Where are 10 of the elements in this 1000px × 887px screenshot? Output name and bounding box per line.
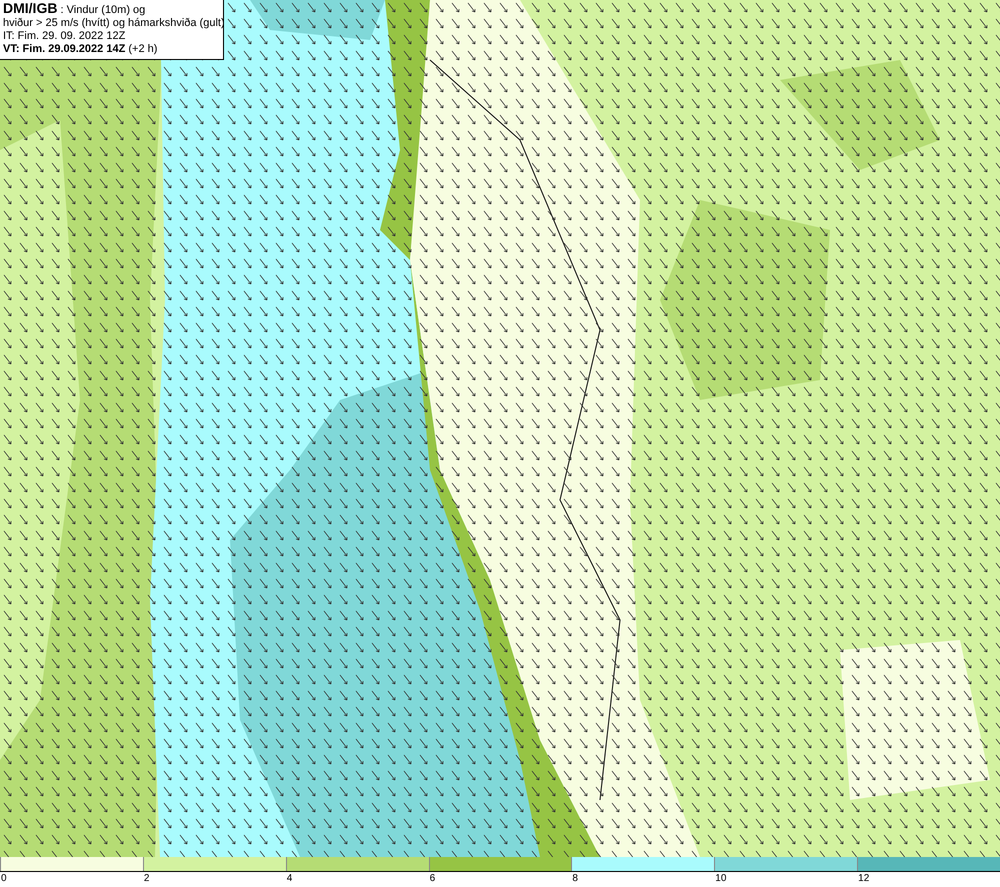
legend-label: 12 <box>858 872 870 886</box>
title-line: IT: Fim. 29. 09. 2022 12Z <box>3 30 126 43</box>
legend-label: 6 <box>430 872 436 886</box>
legend-label: 0 <box>1 872 7 886</box>
legend-label: 10 <box>715 872 726 886</box>
legend-label: 8 <box>572 872 578 886</box>
title-line: VT: Fim. 29.09.2022 14Z (+2 h) <box>3 43 158 56</box>
legend-label: 2 <box>144 872 150 886</box>
title-line: DMI/IGB : Vindur (10m) og <box>3 2 146 17</box>
legend-label: 4 <box>286 872 292 886</box>
